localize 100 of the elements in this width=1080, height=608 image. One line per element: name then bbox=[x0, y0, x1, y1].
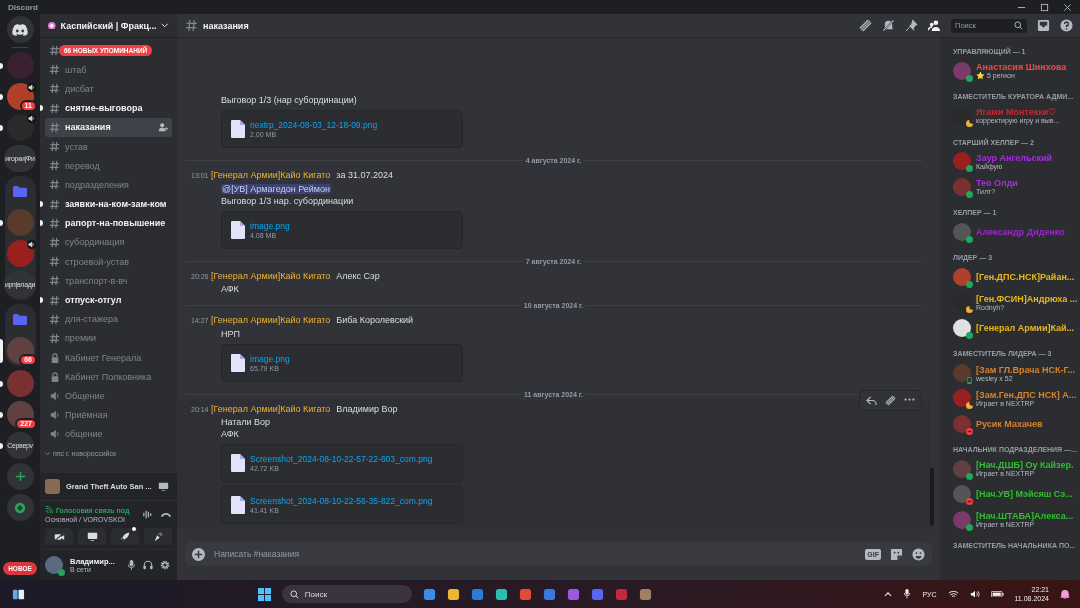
maximize-icon[interactable] bbox=[1040, 2, 1049, 12]
activity-rocket-button[interactable] bbox=[111, 528, 139, 545]
search-input[interactable]: Поиск bbox=[304, 589, 404, 599]
app-icon[interactable] bbox=[518, 587, 532, 601]
channel-item[interactable]: штаб bbox=[45, 60, 172, 80]
avatar[interactable] bbox=[953, 459, 971, 478]
explore-button[interactable] bbox=[6, 494, 34, 521]
add-server-button[interactable] bbox=[6, 463, 34, 490]
settings-icon[interactable] bbox=[160, 560, 170, 570]
channel-item[interactable]: перевод bbox=[45, 156, 172, 176]
channel-item[interactable]: Кабинет Генерала bbox=[45, 348, 172, 368]
channel-item[interactable]: снятие-выговора bbox=[45, 98, 172, 118]
channel-item[interactable]: Общение bbox=[45, 386, 172, 406]
channel-item[interactable]: устав bbox=[45, 136, 172, 157]
avatar[interactable] bbox=[953, 510, 971, 529]
channel-item[interactable]: субординация bbox=[45, 232, 172, 253]
avatar[interactable] bbox=[953, 177, 971, 196]
folder-icon bbox=[13, 185, 27, 198]
help-icon[interactable] bbox=[1060, 19, 1073, 32]
camera-off-button[interactable] bbox=[45, 528, 73, 545]
disconnect-icon[interactable] bbox=[160, 511, 172, 518]
hash-icon bbox=[49, 313, 60, 325]
chevron-up-icon[interactable] bbox=[884, 591, 893, 597]
user-avatar[interactable] bbox=[45, 556, 63, 574]
notification-bell-icon[interactable] bbox=[1060, 589, 1070, 599]
avatar[interactable] bbox=[953, 222, 971, 241]
volume-icon[interactable] bbox=[969, 589, 980, 599]
channel-item[interactable]: для-стажера bbox=[45, 309, 172, 329]
headphones-icon[interactable] bbox=[143, 560, 153, 570]
widgets-icon[interactable] bbox=[12, 587, 25, 601]
avatar[interactable] bbox=[953, 389, 971, 408]
hash-icon bbox=[49, 198, 60, 210]
taskbar-search-field[interactable]: Поиск bbox=[281, 585, 412, 603]
message-text: Владимир Вор bbox=[336, 403, 398, 414]
channel-item[interactable]: Кабинет Полковника bbox=[45, 367, 172, 387]
app-icon[interactable] bbox=[494, 587, 508, 601]
channel-item[interactable]: транспорт-в-вч bbox=[45, 271, 172, 291]
avatar[interactable] bbox=[953, 106, 971, 125]
screen-share-button[interactable] bbox=[78, 528, 106, 545]
file-name-link[interactable]: image.png bbox=[250, 220, 290, 231]
channel-item[interactable]: дисбат bbox=[45, 79, 172, 99]
channel-item[interactable]: заявки-на-ком-зам-ком bbox=[45, 194, 172, 214]
message-text: Выговор 1/3 нар. субординации bbox=[221, 195, 354, 206]
channel-item[interactable]: рапорт-на-повышение bbox=[45, 213, 172, 233]
start-icon[interactable] bbox=[257, 587, 271, 601]
message-author[interactable]: [Генерал Армии]Кайо Кигато bbox=[211, 403, 331, 414]
member-name: [Генерал Армии]Кай... bbox=[976, 322, 1075, 333]
close-icon[interactable] bbox=[1063, 2, 1072, 12]
soundboard-button[interactable] bbox=[144, 528, 172, 545]
wifi-icon[interactable] bbox=[947, 590, 959, 598]
bell-off-icon[interactable] bbox=[882, 19, 895, 32]
file-name-link[interactable]: nextrp_2024-08-03_12-18-09.png bbox=[250, 120, 378, 130]
battery-icon[interactable] bbox=[990, 590, 1004, 598]
pin-icon[interactable] bbox=[905, 19, 918, 32]
file-name-link[interactable]: Screenshot_2024-08-10-22-56-35-822_com.png bbox=[250, 496, 433, 506]
message-text: Выговор 1/3 (нар субординации) bbox=[221, 95, 357, 105]
channel-item[interactable]: подразделения bbox=[45, 175, 172, 195]
party-popper-icon bbox=[153, 531, 163, 542]
file-name-link[interactable]: Screenshot_2024-08-10-22-57-22-603_com.png bbox=[250, 454, 433, 464]
reply-icon[interactable] bbox=[866, 394, 877, 406]
app-icon[interactable] bbox=[422, 587, 436, 601]
channel-item[interactable]: отпуск-отгул bbox=[45, 290, 172, 310]
channel-item[interactable]: общение bbox=[45, 424, 172, 444]
screen-share-icon[interactable] bbox=[158, 481, 169, 492]
channel-item[interactable]: премии bbox=[45, 328, 172, 348]
more-icon[interactable] bbox=[904, 398, 915, 402]
app-icon[interactable] bbox=[542, 587, 556, 601]
app-icon[interactable] bbox=[470, 587, 484, 601]
message-author[interactable]: [Генерал Армии]Кайо Кигато bbox=[211, 315, 331, 325]
sticker-icon[interactable] bbox=[890, 547, 903, 561]
avatar[interactable] bbox=[953, 152, 971, 171]
microphone-icon[interactable] bbox=[127, 559, 136, 571]
message-author[interactable]: [Генерал Армии]Кайо Кигато bbox=[211, 270, 331, 281]
inbox-icon[interactable] bbox=[1037, 19, 1050, 32]
microphone-icon[interactable] bbox=[903, 589, 912, 599]
channel-item[interactable]: наказания bbox=[45, 117, 172, 137]
avatar[interactable] bbox=[953, 318, 971, 337]
app-icon[interactable] bbox=[446, 587, 460, 601]
members-icon[interactable] bbox=[928, 19, 941, 32]
avatar[interactable] bbox=[953, 268, 971, 287]
avatar[interactable] bbox=[953, 293, 971, 312]
app-icon[interactable] bbox=[566, 587, 580, 601]
file-name-link[interactable]: image.png bbox=[250, 353, 290, 364]
user-mention[interactable]: @[УВ] Армагедон Реймон bbox=[221, 183, 331, 194]
channel-item[interactable]: строевой-устав bbox=[45, 252, 172, 272]
server-icon[interactable] bbox=[6, 337, 34, 364]
sound-wave-icon[interactable] bbox=[142, 509, 153, 520]
message-author[interactable]: [Генерал Армии]Кайо Кигато bbox=[211, 170, 331, 180]
threads-icon[interactable] bbox=[885, 394, 896, 406]
discord-home-button[interactable] bbox=[6, 16, 34, 43]
app-icon[interactable] bbox=[638, 587, 652, 601]
add-member-icon[interactable] bbox=[158, 122, 168, 133]
threads-icon[interactable] bbox=[859, 19, 872, 32]
member-name: [Зам.Ген.ДПС НСК] А... bbox=[976, 389, 1076, 400]
game-image-placeholder bbox=[45, 479, 60, 494]
channel-item[interactable]: Приёмная bbox=[45, 405, 172, 425]
avatar[interactable] bbox=[953, 61, 971, 80]
add-attachment-icon[interactable] bbox=[192, 547, 205, 561]
signal-icon bbox=[45, 506, 53, 514]
emoji-icon[interactable] bbox=[912, 547, 925, 561]
